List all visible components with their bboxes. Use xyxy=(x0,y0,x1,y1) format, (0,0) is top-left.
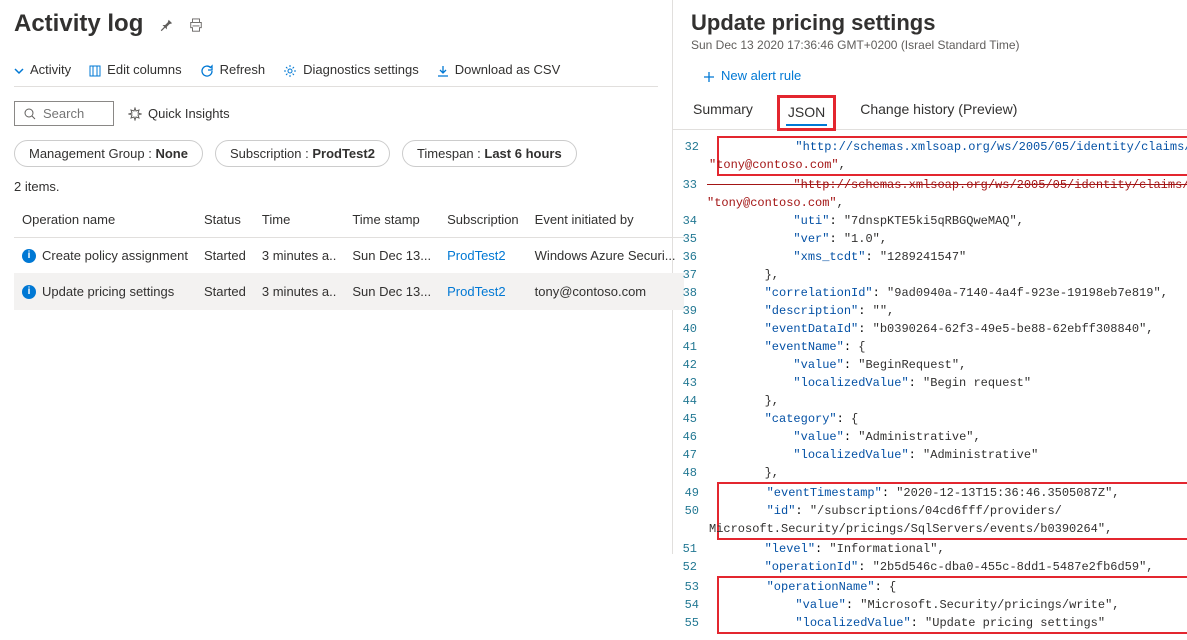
chevron-down-icon xyxy=(14,62,24,77)
cell-subscription: ProdTest2 xyxy=(439,238,527,274)
json-line: 39 "description": "", xyxy=(673,302,1187,320)
json-line: 40 "eventDataId": "b0390264-62f3-49e5-be… xyxy=(673,320,1187,338)
detail-panel: Update pricing settings Sun Dec 13 2020 … xyxy=(673,0,1187,554)
json-line: 49 "eventTimestamp": "2020-12-13T15:36:4… xyxy=(675,484,1187,502)
cell-timestamp: Sun Dec 13... xyxy=(344,274,439,310)
refresh-icon xyxy=(200,62,214,78)
toolbar: Activity Edit columns Refresh Diagnostic… xyxy=(14,54,658,87)
json-line: 52 "operationId": "2b5d546c-dba0-455c-8d… xyxy=(673,558,1187,576)
cell-timestamp: Sun Dec 13... xyxy=(344,238,439,274)
search-icon xyxy=(23,106,37,122)
json-line: 45 "category": { xyxy=(673,410,1187,428)
activity-log-panel: Activity log Activity Edit columns Refre… xyxy=(0,0,673,554)
json-line: 33 "http://schemas.xmlsoap.org/ws/2005/0… xyxy=(673,176,1187,194)
json-line: "tony@contoso.com", xyxy=(675,156,1187,174)
cell-time: 3 minutes a.. xyxy=(254,238,344,274)
highlight-box: 53 "operationName": {54 "value": "Micros… xyxy=(717,576,1187,634)
table-row[interactable]: i Create policy assignment Started3 minute… xyxy=(14,238,684,274)
json-line: 53 "operationName": { xyxy=(675,578,1187,596)
quick-insights-button[interactable]: Quick Insights xyxy=(128,106,230,122)
col-status[interactable]: Status xyxy=(196,202,254,238)
activity-table: Operation name Status Time Time stamp Su… xyxy=(14,202,684,310)
json-line: "tony@contoso.com", xyxy=(673,194,1187,212)
page-title: Activity log xyxy=(14,10,658,38)
col-time[interactable]: Time xyxy=(254,202,344,238)
edit-columns-button[interactable]: Edit columns xyxy=(89,62,181,78)
info-icon: i xyxy=(22,285,36,299)
filter-timespan[interactable]: Timespan : Last 6 hours xyxy=(402,140,577,167)
json-viewer[interactable]: 32 "http://schemas.xmlsoap.org/ws/2005/0… xyxy=(673,130,1187,640)
activity-label: Activity xyxy=(30,62,71,77)
search-input-wrap[interactable] xyxy=(14,101,114,127)
download-icon xyxy=(437,62,449,77)
page-title-text: Activity log xyxy=(14,10,143,38)
detail-title: Update pricing settings xyxy=(673,0,1187,36)
json-line: 44 }, xyxy=(673,392,1187,410)
quick-insights-label: Quick Insights xyxy=(148,106,230,121)
columns-icon xyxy=(89,62,101,77)
json-line: 54 "value": "Microsoft.Security/pricings… xyxy=(675,596,1187,614)
refresh-label: Refresh xyxy=(220,62,266,77)
diagnostics-label: Diagnostics settings xyxy=(303,62,419,77)
json-line: 51 "level": "Informational", xyxy=(673,540,1187,558)
json-line: 37 }, xyxy=(673,266,1187,284)
plus-icon xyxy=(703,68,715,83)
search-input[interactable] xyxy=(43,106,103,121)
highlight-json-tab: JSON xyxy=(777,95,836,131)
download-csv-button[interactable]: Download as CSV xyxy=(437,62,561,78)
json-line: Microsoft.Security/pricings/SqlServers/e… xyxy=(675,520,1187,538)
download-label: Download as CSV xyxy=(455,62,561,77)
new-alert-rule-button[interactable]: New alert rule xyxy=(673,62,1187,93)
json-line: 32 "http://schemas.xmlsoap.org/ws/2005/0… xyxy=(675,138,1187,156)
cell-status: Started xyxy=(196,274,254,310)
col-timestamp[interactable]: Time stamp xyxy=(344,202,439,238)
table-header-row: Operation name Status Time Time stamp Su… xyxy=(14,202,684,238)
items-count: 2 items. xyxy=(14,179,658,194)
op-name: Create policy assignment xyxy=(42,248,188,263)
tab-summary[interactable]: Summary xyxy=(691,93,755,129)
json-line: 36 "xms_tcdt": "1289241547" xyxy=(673,248,1187,266)
refresh-button[interactable]: Refresh xyxy=(200,62,266,78)
insights-icon xyxy=(128,106,142,122)
json-line: 47 "localizedValue": "Administrative" xyxy=(673,446,1187,464)
json-line: 38 "correlationId": "9ad0940a-7140-4a4f-… xyxy=(673,284,1187,302)
detail-subtitle: Sun Dec 13 2020 17:36:46 GMT+0200 (Israe… xyxy=(673,36,1187,62)
highlight-box: 32 "http://schemas.xmlsoap.org/ws/2005/0… xyxy=(717,136,1187,176)
json-line: 35 "ver": "1.0", xyxy=(673,230,1187,248)
json-line: 42 "value": "BeginRequest", xyxy=(673,356,1187,374)
op-name: Update pricing settings xyxy=(42,284,174,299)
new-alert-label: New alert rule xyxy=(721,68,801,83)
filter-row: Management Group : None Subscription : P… xyxy=(14,140,658,167)
activity-dropdown[interactable]: Activity xyxy=(14,62,71,78)
json-line: 43 "localizedValue": "Begin request" xyxy=(673,374,1187,392)
filter-subscription[interactable]: Subscription : ProdTest2 xyxy=(215,140,390,167)
json-line: 34 "uti": "7dnspKTE5ki5qRBGQweMAQ", xyxy=(673,212,1187,230)
json-line: 50 "id": "/subscriptions/04cd6fff/provid… xyxy=(675,502,1187,520)
pin-icon[interactable] xyxy=(159,16,173,32)
filter-management-group[interactable]: Management Group : None xyxy=(14,140,203,167)
col-subscription[interactable]: Subscription xyxy=(439,202,527,238)
detail-tabs: Summary JSON Change history (Preview) xyxy=(673,93,1187,130)
cell-subscription: ProdTest2 xyxy=(439,274,527,310)
cell-status: Started xyxy=(196,238,254,274)
cell-initiated: tony@contoso.com xyxy=(527,274,684,310)
cell-time: 3 minutes a.. xyxy=(254,274,344,310)
col-operation[interactable]: Operation name xyxy=(14,202,196,238)
highlight-box: 49 "eventTimestamp": "2020-12-13T15:36:4… xyxy=(717,482,1187,540)
cell-initiated: Windows Azure Securi... xyxy=(527,238,684,274)
col-initiated[interactable]: Event initiated by xyxy=(527,202,684,238)
json-line: 41 "eventName": { xyxy=(673,338,1187,356)
edit-columns-label: Edit columns xyxy=(107,62,181,77)
tab-json[interactable]: JSON xyxy=(786,100,827,126)
diagnostics-button[interactable]: Diagnostics settings xyxy=(283,62,419,78)
print-icon[interactable] xyxy=(189,16,203,32)
table-row[interactable]: i Update pricing settings Started3 minutes… xyxy=(14,274,684,310)
tab-change-history[interactable]: Change history (Preview) xyxy=(858,93,1019,129)
json-line: 48 }, xyxy=(673,464,1187,482)
info-icon: i xyxy=(22,249,36,263)
gear-icon xyxy=(283,62,297,78)
json-line: 55 "localizedValue": "Update pricing set… xyxy=(675,614,1187,632)
json-line: 46 "value": "Administrative", xyxy=(673,428,1187,446)
